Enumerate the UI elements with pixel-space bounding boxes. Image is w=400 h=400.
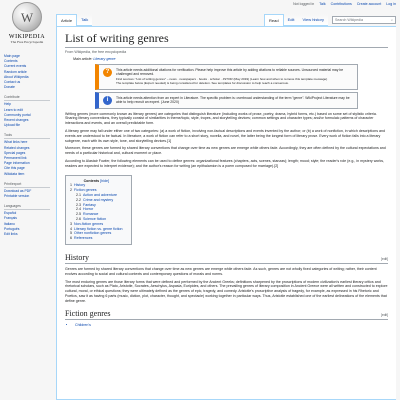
page-title: List of writing genres xyxy=(65,31,388,48)
toc-item-number: 2 xyxy=(70,188,72,193)
toc-item-link[interactable]: Literary fiction vs. genre fiction xyxy=(74,227,123,231)
sidebar-item-printable-version[interactable]: Printable version xyxy=(4,194,50,199)
sidebar: Main page Contents Current events Random ar… xyxy=(4,54,50,237)
globe-icon xyxy=(12,2,42,32)
hatnote-link[interactable]: Literary genre xyxy=(93,57,115,61)
citation-notice-sub: The template below (Expert needed) is be… xyxy=(116,81,289,86)
info-icon: i xyxy=(103,95,112,105)
not-logged-in-label: Not logged in xyxy=(293,2,315,6)
toc-item-number: 5 xyxy=(70,231,72,236)
hatnote-prefix: Main article: xyxy=(73,57,93,61)
sidebar-print-title: Print/export xyxy=(4,182,50,188)
fiction-genres-heading-label: Fiction genres xyxy=(65,308,111,318)
intro-paragraph-1: Writing genres (more commonly known as l… xyxy=(65,111,377,126)
logo-tagline: The Free Encyclopedia xyxy=(10,40,44,44)
create-account-link[interactable]: Create account xyxy=(357,2,381,6)
toc-item-number: 2.5 xyxy=(76,212,81,217)
hatnote: Main article: Literary genre xyxy=(73,57,388,61)
toc-title-label: Contents xyxy=(83,178,100,183)
sidebar-item-wikidata-item[interactable]: Wikidata item xyxy=(4,172,50,177)
sidebar-item-donate[interactable]: Donate xyxy=(4,85,50,90)
toc-item-number: 4 xyxy=(70,226,72,231)
toc-item-number: 2.6 xyxy=(76,216,81,221)
fiction-genre-item[interactable]: Children's xyxy=(75,323,388,328)
sidebar-tools-title: Tools xyxy=(4,133,50,140)
intro-paragraph-4: According to Alastair Fowler, the follow… xyxy=(65,159,385,168)
namespace-tabs: Article Talk xyxy=(56,14,93,26)
talk-link[interactable]: Talk xyxy=(319,2,325,6)
personal-tools: Not logged in Talk Contributions Create … xyxy=(293,2,396,6)
tab-view-history[interactable]: View history xyxy=(298,14,328,26)
history-heading: History [edit] xyxy=(65,253,388,264)
history-edit-link[interactable]: [edit] xyxy=(381,257,388,261)
search-input[interactable]: Search Wikipedia ⌕ xyxy=(332,16,396,24)
view-tabs: Read Edit View history Search Wikipedia … xyxy=(264,14,396,26)
history-paragraph-2: The most enduring genres are those liter… xyxy=(65,279,388,303)
question-icon: ? xyxy=(103,68,112,77)
history-heading-label: History xyxy=(65,252,89,262)
log-in-link[interactable]: Log in xyxy=(386,2,396,6)
expert-notice-text: This article needs attention from an exp… xyxy=(116,95,350,105)
page-subtitle: From Wikipedia, the free encyclopedia xyxy=(65,50,127,54)
sidebar-item-upload-file[interactable]: Upload file xyxy=(4,123,50,128)
toc-item-link[interactable]: History xyxy=(74,183,85,187)
tab-edit[interactable]: Edit xyxy=(283,14,299,26)
search-icon[interactable]: ⌕ xyxy=(391,18,393,22)
wikipedia-logo[interactable]: WIKIPEDIA The Free Encyclopedia xyxy=(4,2,50,50)
sidebar-languages-title: Languages xyxy=(4,204,50,211)
fiction-genres-edit-link[interactable]: [edit] xyxy=(381,313,388,317)
intro-paragraph-3: Moreover, these genres are formed by sha… xyxy=(65,146,386,156)
toc-item-number: 1 xyxy=(70,183,72,188)
tab-talk[interactable]: Talk xyxy=(77,14,93,26)
sidebar-contribute-title: Contribute xyxy=(4,95,50,102)
toc-item-link[interactable]: References xyxy=(74,236,92,240)
toc-item-link[interactable]: Fiction genres xyxy=(74,188,97,192)
toc-hide-toggle[interactable]: [hide] xyxy=(100,179,109,183)
table-of-contents: Contents [hide] 1 History 2 Fiction genres 2… xyxy=(65,174,132,245)
edit-links-link[interactable]: Edit links xyxy=(4,232,50,237)
toc-item-link[interactable]: Other nonfiction genres xyxy=(74,231,111,235)
fiction-genre-list: Children's xyxy=(75,323,388,328)
toc-item-link[interactable]: Fantasy xyxy=(83,203,96,207)
expert-notice: i This article needs attention from an e… xyxy=(95,91,358,109)
tab-read[interactable]: Read xyxy=(264,14,284,26)
toc-item-link[interactable]: Action and adventure xyxy=(83,193,117,197)
citation-notice: ? This article needs additional citation… xyxy=(95,64,358,90)
article-content: List of writing genres From Wikipedia, t… xyxy=(56,26,396,400)
toc-item-link[interactable]: Crime and mystery xyxy=(83,198,113,202)
fiction-genres-heading: Fiction genres [edit] xyxy=(65,309,388,320)
intro-paragraph-2: A literary genre may fall under either o… xyxy=(65,129,386,143)
citation-notice-text: This article needs additional citations … xyxy=(116,68,344,77)
toc-item-link[interactable]: Romance xyxy=(83,212,98,216)
toc-item[interactable]: 6 References xyxy=(70,236,123,241)
toc-item-number: 2.2 xyxy=(76,197,81,202)
toc-item-link[interactable]: Horror xyxy=(83,207,93,211)
history-paragraph-1: Genres are formed by shared literary con… xyxy=(65,266,377,276)
toc-item-number: 2.4 xyxy=(76,207,81,212)
toc-item-link[interactable]: Non-fiction genres xyxy=(74,222,103,226)
toc-item-number: 2.1 xyxy=(76,192,81,197)
toc-item-number: 3 xyxy=(70,221,72,226)
toc-item-number: 2.3 xyxy=(76,202,81,207)
toc-item-link[interactable]: Science fiction xyxy=(83,217,106,221)
toc-item-number: 6 xyxy=(70,236,72,241)
search-placeholder: Search Wikipedia xyxy=(335,18,363,22)
tab-article[interactable]: Article xyxy=(56,14,78,26)
contributions-link[interactable]: Contributions xyxy=(331,2,352,6)
